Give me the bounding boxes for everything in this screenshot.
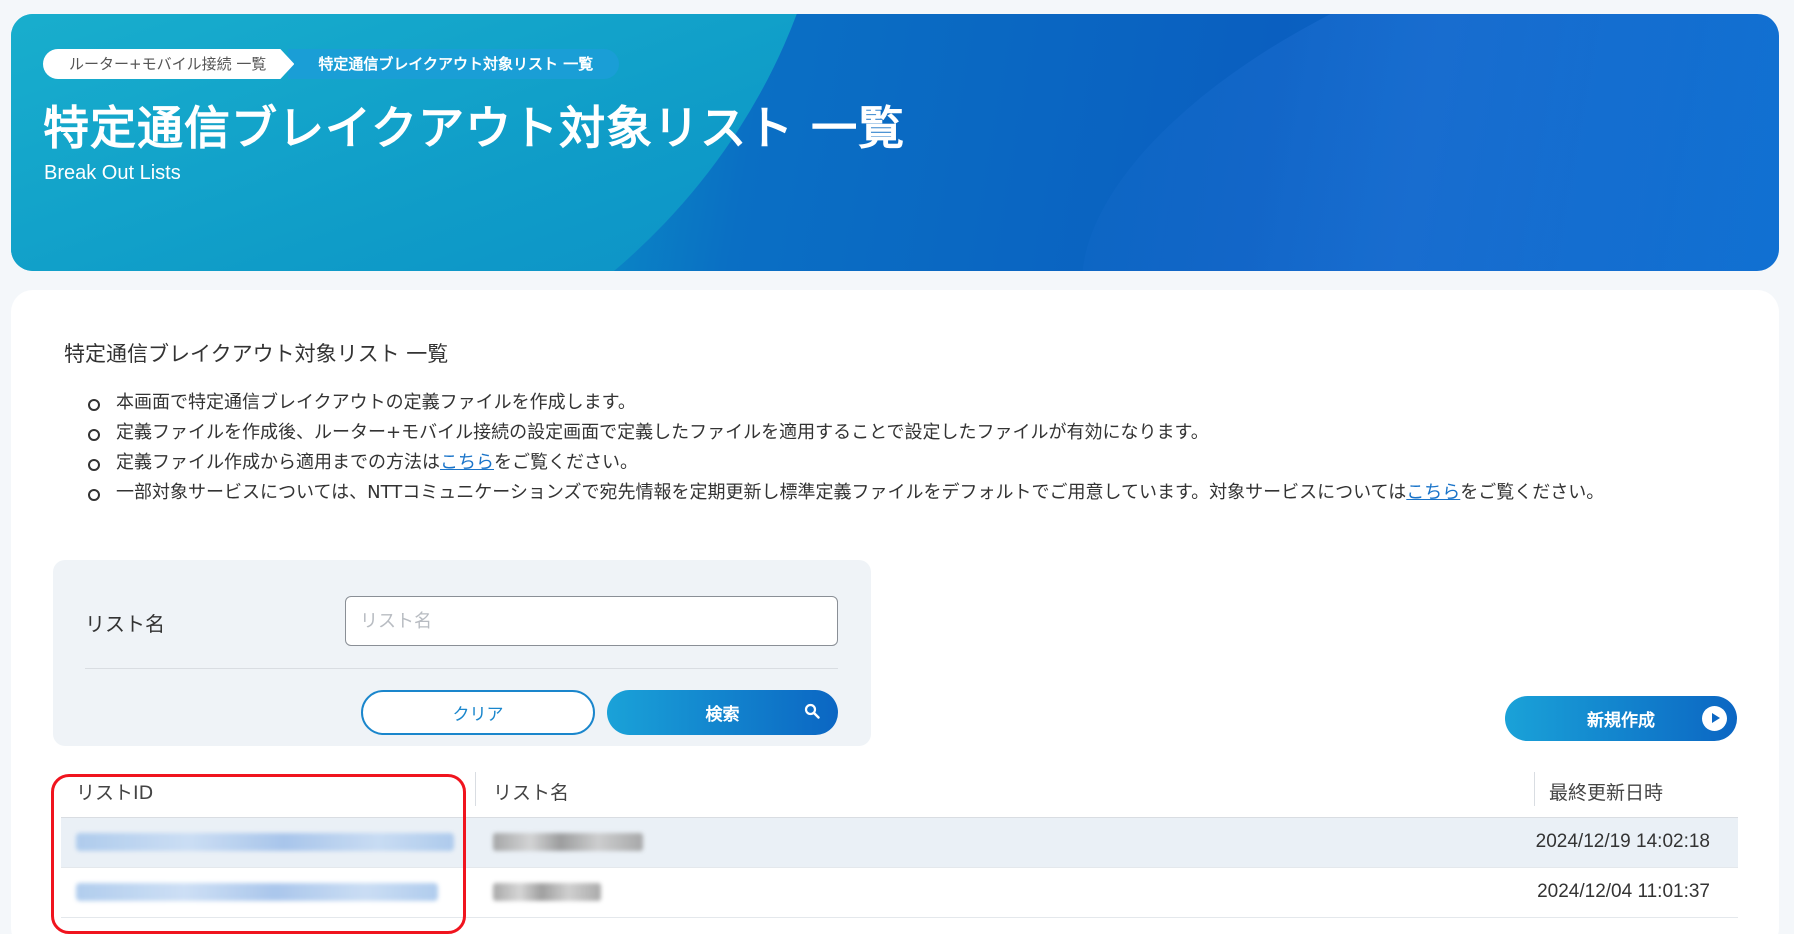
clear-button[interactable]: クリア: [361, 690, 595, 735]
list-name-redacted: [493, 833, 643, 851]
list-name-label: リスト名: [85, 612, 165, 636]
page-subtitle: Break Out Lists: [44, 162, 181, 184]
breadcrumb-item-current: 特定通信ブレイクアウト対象リスト 一覧: [288, 49, 620, 79]
list-id-link-redacted[interactable]: [76, 833, 454, 851]
column-header-updated[interactable]: 最終更新日時: [1549, 778, 1663, 805]
divider: [85, 668, 838, 669]
list-name-input[interactable]: [345, 596, 838, 646]
create-new-button-label: 新規作成: [1587, 711, 1655, 731]
note-text: 定義ファイルを作成後、ルーター+モバイル接続の設定画面で定義したファイルを適用す…: [116, 422, 1209, 443]
notes-list: 本画面で特定通信ブレイクアウトの定義ファイルを作成します。 定義ファイルを作成後…: [86, 388, 1746, 508]
table-row[interactable]: 2024/12/04 11:01:37: [61, 868, 1738, 918]
breadcrumb: ルーター+モバイル接続 一覧 特定通信ブレイクアウト対象リスト 一覧: [43, 49, 620, 79]
column-header-list-name[interactable]: リスト名: [493, 778, 569, 805]
search-icon: [804, 703, 820, 719]
note-text: 本画面で特定通信ブレイクアウトの定義ファイルを作成します。: [116, 392, 636, 413]
column-separator: [475, 772, 476, 806]
play-circle-icon: [1702, 706, 1727, 731]
search-panel: リスト名 クリア 検索: [53, 560, 871, 746]
breadcrumb-item-router-mobile[interactable]: ルーター+モバイル接続 一覧: [43, 49, 294, 79]
page-header-banner: ルーター+モバイル接続 一覧 特定通信ブレイクアウト対象リスト 一覧 特定通信ブ…: [11, 14, 1779, 271]
main-card: 特定通信ブレイクアウト対象リスト 一覧 本画面で特定通信ブレイクアウトの定義ファ…: [11, 290, 1779, 934]
note-text: 一部対象サービスについては、NTTコミュニケーションズで宛先情報を定期更新し標準…: [116, 482, 1407, 503]
search-button-label: 検索: [705, 705, 740, 725]
note-text: をご覧ください。: [494, 452, 638, 473]
section-title: 特定通信ブレイクアウト対象リスト 一覧: [64, 342, 449, 366]
list-name-redacted: [493, 883, 601, 901]
search-button[interactable]: 検索: [607, 690, 838, 735]
note-item: 一部対象サービスについては、NTTコミュニケーションズで宛先情報を定期更新し標準…: [86, 478, 1746, 508]
note-item: 定義ファイルを作成後、ルーター+モバイル接続の設定画面で定義したファイルを適用す…: [86, 418, 1746, 448]
list-table: リストID リスト名 最終更新日時 2024/12/19 14:02:18 20…: [61, 760, 1738, 918]
note-item: 定義ファイル作成から適用までの方法はこちらをご覧ください。: [86, 448, 1746, 478]
table-header: リストID リスト名 最終更新日時: [61, 760, 1738, 818]
banner-decoration-right: [1016, 14, 1779, 271]
create-new-button[interactable]: 新規作成: [1505, 696, 1737, 741]
note-item: 本画面で特定通信ブレイクアウトの定義ファイルを作成します。: [86, 388, 1746, 418]
method-guide-link[interactable]: こちら: [440, 452, 494, 473]
note-text: 定義ファイル作成から適用までの方法は: [116, 452, 440, 473]
page-title: 特定通信ブレイクアウト対象リスト 一覧: [43, 101, 906, 155]
list-id-link-redacted[interactable]: [76, 883, 438, 901]
table-row[interactable]: 2024/12/19 14:02:18: [61, 818, 1738, 868]
updated-datetime: 2024/12/19 14:02:18: [1535, 831, 1710, 852]
column-separator: [1534, 772, 1535, 806]
updated-datetime: 2024/12/04 11:01:37: [1537, 881, 1710, 902]
target-services-link[interactable]: こちら: [1406, 482, 1460, 503]
note-text: をご覧ください。: [1460, 482, 1605, 503]
column-header-list-id[interactable]: リストID: [76, 778, 153, 805]
